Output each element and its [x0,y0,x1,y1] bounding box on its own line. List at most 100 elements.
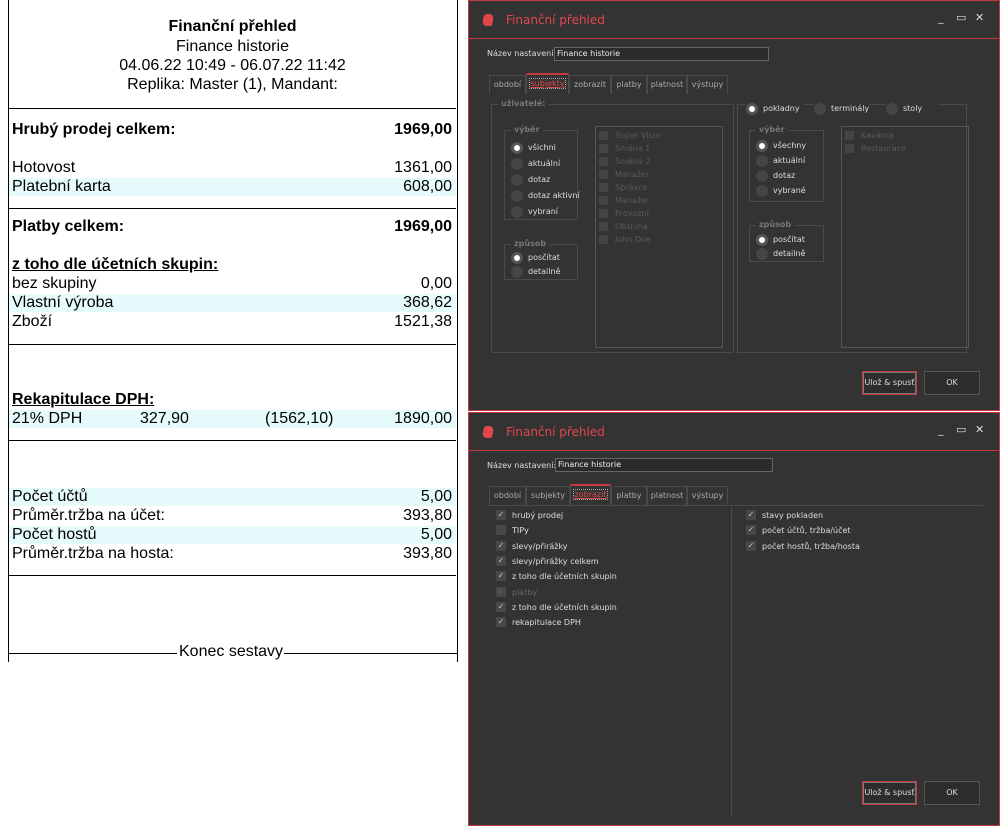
tab-subjekty[interactable]: subjekty [526,73,569,94]
checkbox-option[interactable]: ✓ slevy/přirážky celkem [496,554,599,569]
radio-dotaz[interactable]: dotaz [756,169,795,183]
tab-platby[interactable]: platby [611,75,647,94]
vat-base: (1562,10) [265,410,334,427]
tab-vystupy[interactable]: výstupy [687,75,728,94]
pos-mode-group: způsob posčítat detailně [749,220,824,262]
maximize-icon[interactable]: ▭ [956,11,966,24]
radio-poscitat[interactable]: posčítat [756,233,805,247]
tab-platby[interactable]: platby [611,486,647,505]
vat-row: 21% DPH 327,90 (1562,10) 1890,00 [9,410,456,428]
stat-value: 5,00 [420,488,452,505]
radio-poscitat[interactable]: posčítat [511,251,560,265]
tab-platnost[interactable]: platnost [647,75,687,94]
radio-aktualni[interactable]: aktuální [756,154,805,168]
ok-button[interactable]: OK [924,781,980,805]
radio-stoly[interactable]: stoly [886,102,939,116]
checkbox-option[interactable]: ✓ platby [496,585,537,600]
list-item[interactable]: Směna 2 [599,155,722,168]
radio-vsichni[interactable]: všichni [511,141,556,155]
tab-platnost[interactable]: platnost [647,486,687,505]
checkbox-checked-icon[interactable]: ✓ [496,586,506,597]
name-input[interactable]: Finance historie [554,47,769,61]
checkbox-checked-icon[interactable]: ✓ [496,555,506,566]
checkbox-option[interactable]: ✓ slevy/přirážky [496,539,568,554]
report-title: Finanční přehled [168,18,297,35]
radio-vybrane[interactable]: vybrané [756,184,806,198]
checkbox-checked-icon[interactable]: ✓ [496,617,506,628]
radio-detailne[interactable]: detailně [511,265,560,279]
list-item[interactable]: John Doe [599,233,722,246]
checkbox-checked-icon[interactable]: ✓ [496,601,506,612]
checkbox-unchecked-icon[interactable] [496,525,506,536]
checkbox-checked-icon[interactable]: ✓ [746,525,756,536]
list-item[interactable]: Super Visor [599,129,722,142]
divider [284,653,457,654]
list-item[interactable]: Manažer [599,168,722,181]
tab-obdobi[interactable]: období [489,75,526,94]
list-item[interactable]: Manažer [599,194,722,207]
checkbox-option[interactable]: ✓ počet účtů, tržba/účet [746,523,851,538]
checkbox-option[interactable]: ✓ z toho dle účetních skupin [496,569,617,584]
stat-value: 393,80 [403,545,452,562]
title-bar[interactable]: Finanční přehled _ ▭ ✕ [469,413,999,451]
payments-total-value: 1969,00 [394,218,452,235]
checkbox-option[interactable]: ✓ hrubý prodej [496,508,563,523]
tab-label: subjekty [528,78,567,89]
radio-aktualni[interactable]: aktuální [511,157,560,171]
checkbox-checked-icon[interactable]: ✓ [496,571,506,582]
payments-total-row: Platby celkem: 1969,00 [9,218,456,236]
checkbox-option[interactable]: ✓ z toho dle účetních skupin [496,600,617,615]
name-label: Název nastavení: [487,49,557,58]
checkbox-checked-icon[interactable]: ✓ [746,540,756,551]
checkbox-checked-icon[interactable]: ✓ [746,510,756,520]
tab-panel-border [487,505,983,506]
group-label: způsob [511,239,550,248]
group-label: výběr [511,125,543,134]
tab-subjekty[interactable]: subjekty [526,486,570,505]
checkbox-checked-icon[interactable]: ✓ [496,540,506,551]
list-item[interactable]: Restaurace [845,142,968,155]
radio-vsechny[interactable]: všechny [756,139,806,153]
tab-zobrazit[interactable]: zobrazit [569,75,611,94]
tab-obdobi[interactable]: období [489,486,526,505]
save-run-button[interactable]: Ulož & spusť [862,781,917,805]
ok-button[interactable]: OK [924,371,980,395]
tab-zobrazit[interactable]: zobrazit [570,484,611,505]
group-label: Zboží [12,313,53,330]
payment-value: 608,00 [403,178,452,195]
radio-dotaz-aktivni[interactable]: dotaz aktivní [511,189,580,203]
list-item[interactable]: Správce [599,181,722,194]
radio-terminaly[interactable]: terminály [814,102,870,116]
maximize-icon[interactable]: ▭ [956,423,966,436]
stat-value: 393,80 [403,507,452,524]
checkbox-checked-icon[interactable]: ✓ [496,510,506,520]
list-item[interactable]: Obsluha [599,220,722,233]
radio-detailne[interactable]: detailně [756,247,805,261]
title-bar[interactable]: Finanční přehled _ ▭ ✕ [469,1,999,39]
users-select-group: výběr všichni aktuální dotaz dotaz aktiv… [504,125,580,220]
list-item[interactable]: Směna 1 [599,142,722,155]
radio-pokladny[interactable]: pokladny [746,102,804,116]
divider [9,208,456,209]
name-input[interactable]: Finance historie [555,458,773,472]
pos-list[interactable]: Kavárna Restaurace [841,126,969,348]
checkbox-option[interactable]: ✓ počet hostů, tržba/hosta [746,539,860,554]
tab-vystupy[interactable]: výstupy [687,486,728,505]
checkbox-label: rekapitulace DPH [512,618,581,628]
save-run-button[interactable]: Ulož & spusť [862,371,917,395]
close-icon[interactable]: ✕ [975,423,984,436]
radio-dotaz[interactable]: dotaz [511,173,550,187]
list-item[interactable]: Provozní [599,207,722,220]
checkbox-option[interactable]: ✓ rekapitulace DPH [496,615,581,630]
radio-vybrani[interactable]: vybraní [511,205,558,219]
checkbox-option[interactable]: ✓ stavy pokladen [746,508,823,523]
vat-total: 1890,00 [394,410,452,427]
stat-label: Počet hostů [12,526,97,543]
minimize-icon[interactable]: _ [938,11,944,24]
users-list[interactable]: Super Visor Směna 1 Směna 2 Manažer Sprá… [595,126,723,348]
close-icon[interactable]: ✕ [975,11,984,24]
checkbox-option[interactable]: TIPy [496,523,529,538]
divider [9,344,456,345]
minimize-icon[interactable]: _ [938,423,944,436]
list-item[interactable]: Kavárna [845,129,968,142]
